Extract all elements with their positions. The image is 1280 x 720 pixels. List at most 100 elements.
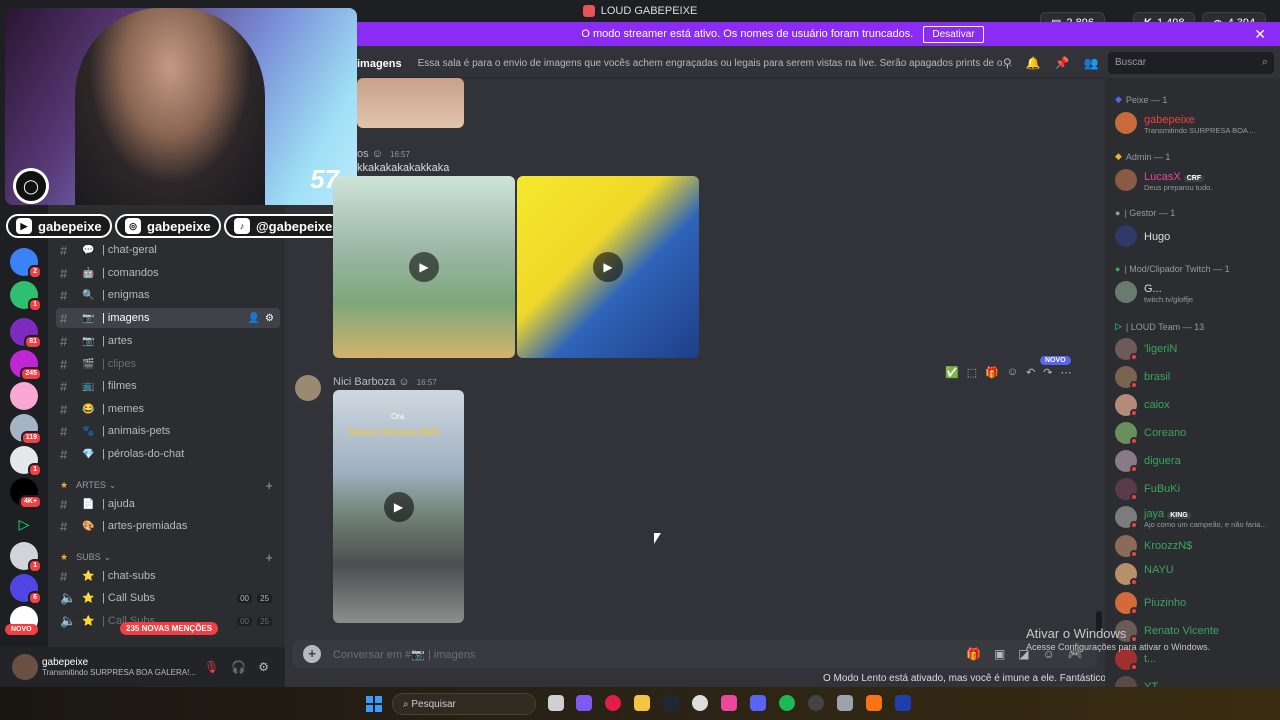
channel-topic[interactable]: Essa sala é para o envio de imagens que … (418, 58, 1018, 69)
channel-ajuda[interactable]: # 📄 | ajuda (48, 494, 285, 514)
bell-icon[interactable]: 🔔 (1026, 56, 1041, 70)
server-icon[interactable] (10, 382, 38, 410)
app-icon[interactable] (692, 695, 708, 711)
member-item[interactable]: Coreano (1115, 422, 1280, 446)
avatar[interactable] (12, 654, 38, 680)
member-item[interactable]: 'ligeriN (1115, 338, 1280, 362)
obs-icon[interactable] (808, 695, 824, 711)
member-item[interactable]: NAYU (1115, 563, 1280, 587)
add-reaction-icon[interactable]: ☺ (1007, 366, 1018, 379)
channel-imagens[interactable]: # 📷 | imagens ⚙ 👤 (56, 308, 280, 328)
channel-settings-icon[interactable]: ⚙ (265, 313, 274, 324)
gift-icon[interactable]: 🎁 (966, 647, 981, 661)
mute-mic-icon[interactable]: 🎙 (204, 660, 219, 674)
channel-comandos[interactable]: # 🤖 | comandos (48, 263, 285, 283)
video-attachment[interactable]: ▶ (517, 176, 699, 358)
server-icon[interactable]: 2 (10, 248, 42, 279)
task-view-icon[interactable] (548, 695, 564, 711)
select-icon[interactable]: ⬚ (967, 366, 977, 379)
copilot-icon[interactable] (576, 695, 592, 711)
member-item[interactable]: G... twitch.tv/gloffje (1115, 281, 1280, 305)
new-pill[interactable]: NOVO (5, 624, 38, 635)
member-item[interactable]: gabepeixe Transmitindo SURPRESA BOA ... (1115, 112, 1280, 136)
new-mentions-pill[interactable]: 235 NOVAS MENÇÕES (120, 622, 219, 635)
app-icon[interactable] (866, 695, 882, 711)
reply-icon[interactable]: ↶ (1026, 366, 1035, 379)
steam-icon[interactable] (663, 695, 679, 711)
server-icon[interactable]: 245 (10, 350, 42, 381)
discord-icon[interactable] (750, 695, 766, 711)
video-attachment[interactable]: ▶ (333, 176, 515, 358)
threads-icon[interactable]: ⚲ (1003, 56, 1012, 70)
role-header: ◆ Admin — 1 (1115, 151, 1170, 162)
member-item[interactable]: Hugo (1115, 225, 1280, 249)
check-reaction-icon[interactable]: ✅ (945, 366, 959, 379)
folder-icon[interactable] (634, 695, 650, 711)
server-icon[interactable]: 1 (10, 542, 42, 573)
forward-icon[interactable]: ↷ (1043, 366, 1052, 379)
member-item[interactable]: YT (1115, 676, 1280, 687)
member-item[interactable]: Piuzinho (1115, 592, 1280, 616)
windows-start-icon[interactable] (366, 696, 382, 712)
search-input[interactable]: Buscar ⌕ (1108, 52, 1274, 74)
play-icon[interactable]: ▶ (409, 252, 439, 282)
sticker-icon[interactable]: 🎁 (985, 366, 999, 379)
more-icon[interactable]: ⋯ (1060, 366, 1071, 379)
new-badge: NOVO (1040, 356, 1071, 365)
member-item[interactable]: jaya KING Ajo como um campeão, e não faria… (1115, 506, 1280, 530)
category-subs[interactable]: ★ SUBS ⌄ + (48, 549, 285, 565)
play-icon[interactable]: ▶ (593, 252, 623, 282)
voice-channel-call-subs[interactable]: 🔈 ⭐ | Call Subs 00 25 (48, 588, 285, 608)
gear-icon[interactable]: ⚙ (258, 660, 269, 674)
channel-enigmas[interactable]: # 🔍 | enigmas (48, 285, 285, 305)
channel-chat-subs[interactable]: # ⭐ | chat-subs (48, 566, 285, 586)
channel-artes[interactable]: # 📷 | artes (48, 331, 285, 351)
channel-filmes[interactable]: # 📺 | filmes (48, 376, 285, 396)
app-icon[interactable] (895, 695, 911, 711)
message-author[interactable]: Nici Barboza (333, 376, 395, 388)
server-icon[interactable]: 1 (10, 281, 42, 312)
member-item[interactable]: brasil (1115, 366, 1280, 390)
server-icon[interactable]: 81 (10, 318, 42, 349)
taskbar-search[interactable]: ⌕ Pesquisar (392, 693, 536, 715)
message-author[interactable]: os (357, 148, 369, 160)
close-icon[interactable]: ✕ (1254, 26, 1266, 43)
channel-chat-geral[interactable]: # 💬 | chat-geral (48, 240, 285, 260)
disable-streamer-mode-button[interactable]: Desativar (923, 25, 984, 43)
image-attachment[interactable] (357, 78, 464, 128)
member-item[interactable]: diguera (1115, 450, 1280, 474)
channel-animais-pets[interactable]: # 🐾 | animais-pets (48, 421, 285, 441)
member-item[interactable]: caiox (1115, 394, 1280, 418)
pin-icon[interactable]: 📌 (1055, 56, 1070, 70)
member-item[interactable]: FuBuKi (1115, 478, 1280, 502)
add-channel-icon[interactable]: + (265, 550, 273, 565)
speaker-icon: 🔈 (60, 590, 77, 605)
channel-perolas-do-chat[interactable]: # 💎 | pérolas-do-chat (48, 444, 285, 464)
server-icon[interactable]: 6 (10, 574, 42, 605)
add-channel-icon[interactable]: + (265, 478, 273, 493)
server-icon[interactable]: 1 (10, 446, 42, 477)
member-list-icon[interactable]: 👥 (1084, 56, 1099, 70)
avatar (1115, 169, 1137, 191)
member-item[interactable]: LucasX CRF Deus preparou tudo. (1115, 169, 1280, 193)
app-icon[interactable] (721, 695, 737, 711)
play-icon[interactable]: ▶ (383, 491, 414, 522)
role-label: | LOUD Team — 13 (1125, 321, 1205, 332)
server-icon[interactable]: 4K+ (10, 478, 42, 509)
channel-clipes[interactable]: # 🎬 | clipes (48, 354, 285, 374)
opera-icon[interactable] (605, 695, 621, 711)
spotify-icon[interactable] (779, 695, 795, 711)
channel-memes[interactable]: # 😂 | memes (48, 399, 285, 419)
gif-icon[interactable]: ▣ (994, 647, 1005, 661)
invite-icon[interactable]: 👤 (248, 313, 260, 324)
member-item[interactable]: KroozzN$ (1115, 535, 1280, 559)
add-attachment-icon[interactable]: + (303, 645, 321, 663)
deafen-icon[interactable]: 🎧 (231, 660, 246, 674)
video-attachment[interactable]: Ora Novos Visturms BAR ▶ (333, 390, 464, 623)
loud-server-icon[interactable]: ▷ (10, 510, 38, 538)
settings-icon[interactable] (837, 695, 853, 711)
server-icon[interactable]: 119 (10, 414, 42, 445)
author-avatar[interactable] (295, 375, 321, 401)
channel-artes-premiadas[interactable]: # 🎨 | artes-premiadas (48, 516, 285, 536)
category-artes[interactable]: ★ ARTES ⌄ + (48, 477, 285, 493)
